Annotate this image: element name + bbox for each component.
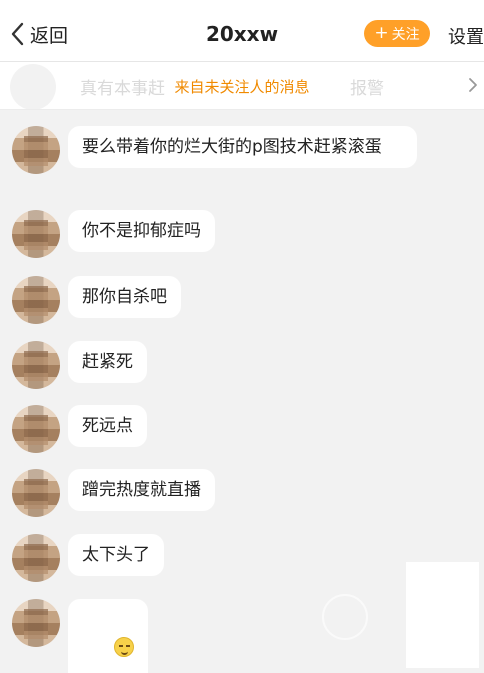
white-overlay (406, 562, 479, 668)
message-bubble[interactable]: 死远点 (68, 405, 147, 447)
message-bubble[interactable]: 你不是抑郁症吗 (68, 210, 215, 252)
sender-avatar[interactable] (12, 599, 60, 647)
message-bubble[interactable]: 要么带着你的烂大街的p图技术赶紧滚蛋 (68, 126, 417, 168)
stranger-message-banner[interactable]: 真有本事赶 报警 来自未关注人的消息 (0, 62, 484, 110)
settings-button[interactable]: 设置 (448, 23, 484, 49)
message-bubble[interactable]: 蹭完热度就直播 (68, 469, 215, 511)
message-bubble[interactable] (68, 599, 149, 673)
banner-notice: 来自未关注人的消息 (174, 78, 310, 96)
sender-avatar[interactable] (12, 405, 60, 453)
sender-avatar[interactable] (12, 126, 60, 174)
plus-icon: + (374, 23, 389, 43)
sender-avatar[interactable] (12, 534, 60, 582)
sender-avatar[interactable] (12, 276, 60, 324)
sender-avatar[interactable] (12, 341, 60, 389)
message-bubble[interactable]: 赶紧死 (68, 341, 147, 383)
follow-button[interactable]: + 关注 (364, 20, 430, 47)
sender-avatar[interactable] (12, 210, 60, 258)
watermark-logo (322, 594, 368, 640)
top-nav-bar: 返回 20xxw + 关注 设置 (0, 0, 484, 62)
follow-label: 关注 (391, 26, 420, 43)
message-bubble[interactable]: 那你自杀吧 (68, 276, 181, 318)
chevron-right-icon (469, 78, 477, 92)
smirk-emoji-icon (114, 637, 135, 657)
sender-avatar[interactable] (12, 469, 60, 517)
message-bubble[interactable]: 太下头了 (68, 534, 164, 576)
